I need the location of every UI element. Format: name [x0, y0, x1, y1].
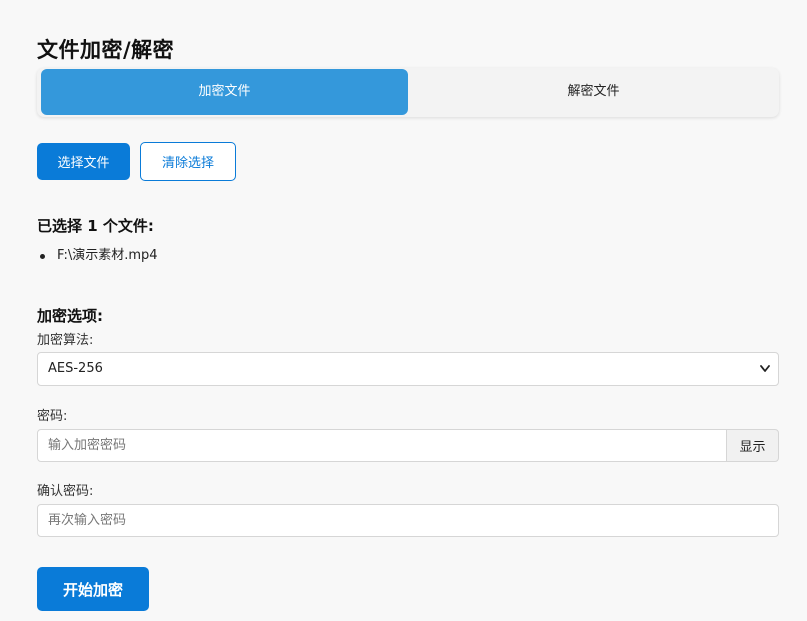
list-item: F:\演示素材.mp4	[37, 247, 158, 265]
chevron-down-icon	[758, 353, 772, 385]
mode-tabs: 加密文件 解密文件	[37, 68, 779, 117]
options-heading: 加密选项:	[37, 307, 103, 325]
algorithm-select[interactable]: AES-256	[37, 352, 779, 386]
algorithm-label: 加密算法:	[37, 333, 94, 348]
select-files-button[interactable]: 选择文件	[37, 143, 130, 180]
password-input[interactable]	[37, 429, 727, 462]
file-path: F:\演示素材.mp4	[57, 248, 158, 263]
confirm-password-input[interactable]	[37, 504, 779, 537]
algorithm-value: AES-256	[48, 361, 103, 376]
selected-files-heading: 已选择 1 个文件:	[37, 217, 154, 235]
selected-files-list: F:\演示素材.mp4	[37, 247, 158, 265]
tab-encrypt[interactable]: 加密文件	[41, 69, 408, 115]
tab-decrypt[interactable]: 解密文件	[408, 69, 779, 115]
show-password-button[interactable]: 显示	[726, 429, 779, 462]
bullet-icon	[40, 254, 45, 259]
start-encrypt-button[interactable]: 开始加密	[37, 567, 149, 611]
password-label: 密码:	[37, 409, 68, 424]
confirm-password-label: 确认密码:	[37, 484, 94, 499]
clear-selection-button[interactable]: 清除选择	[140, 142, 236, 181]
page-title: 文件加密/解密	[37, 38, 175, 62]
